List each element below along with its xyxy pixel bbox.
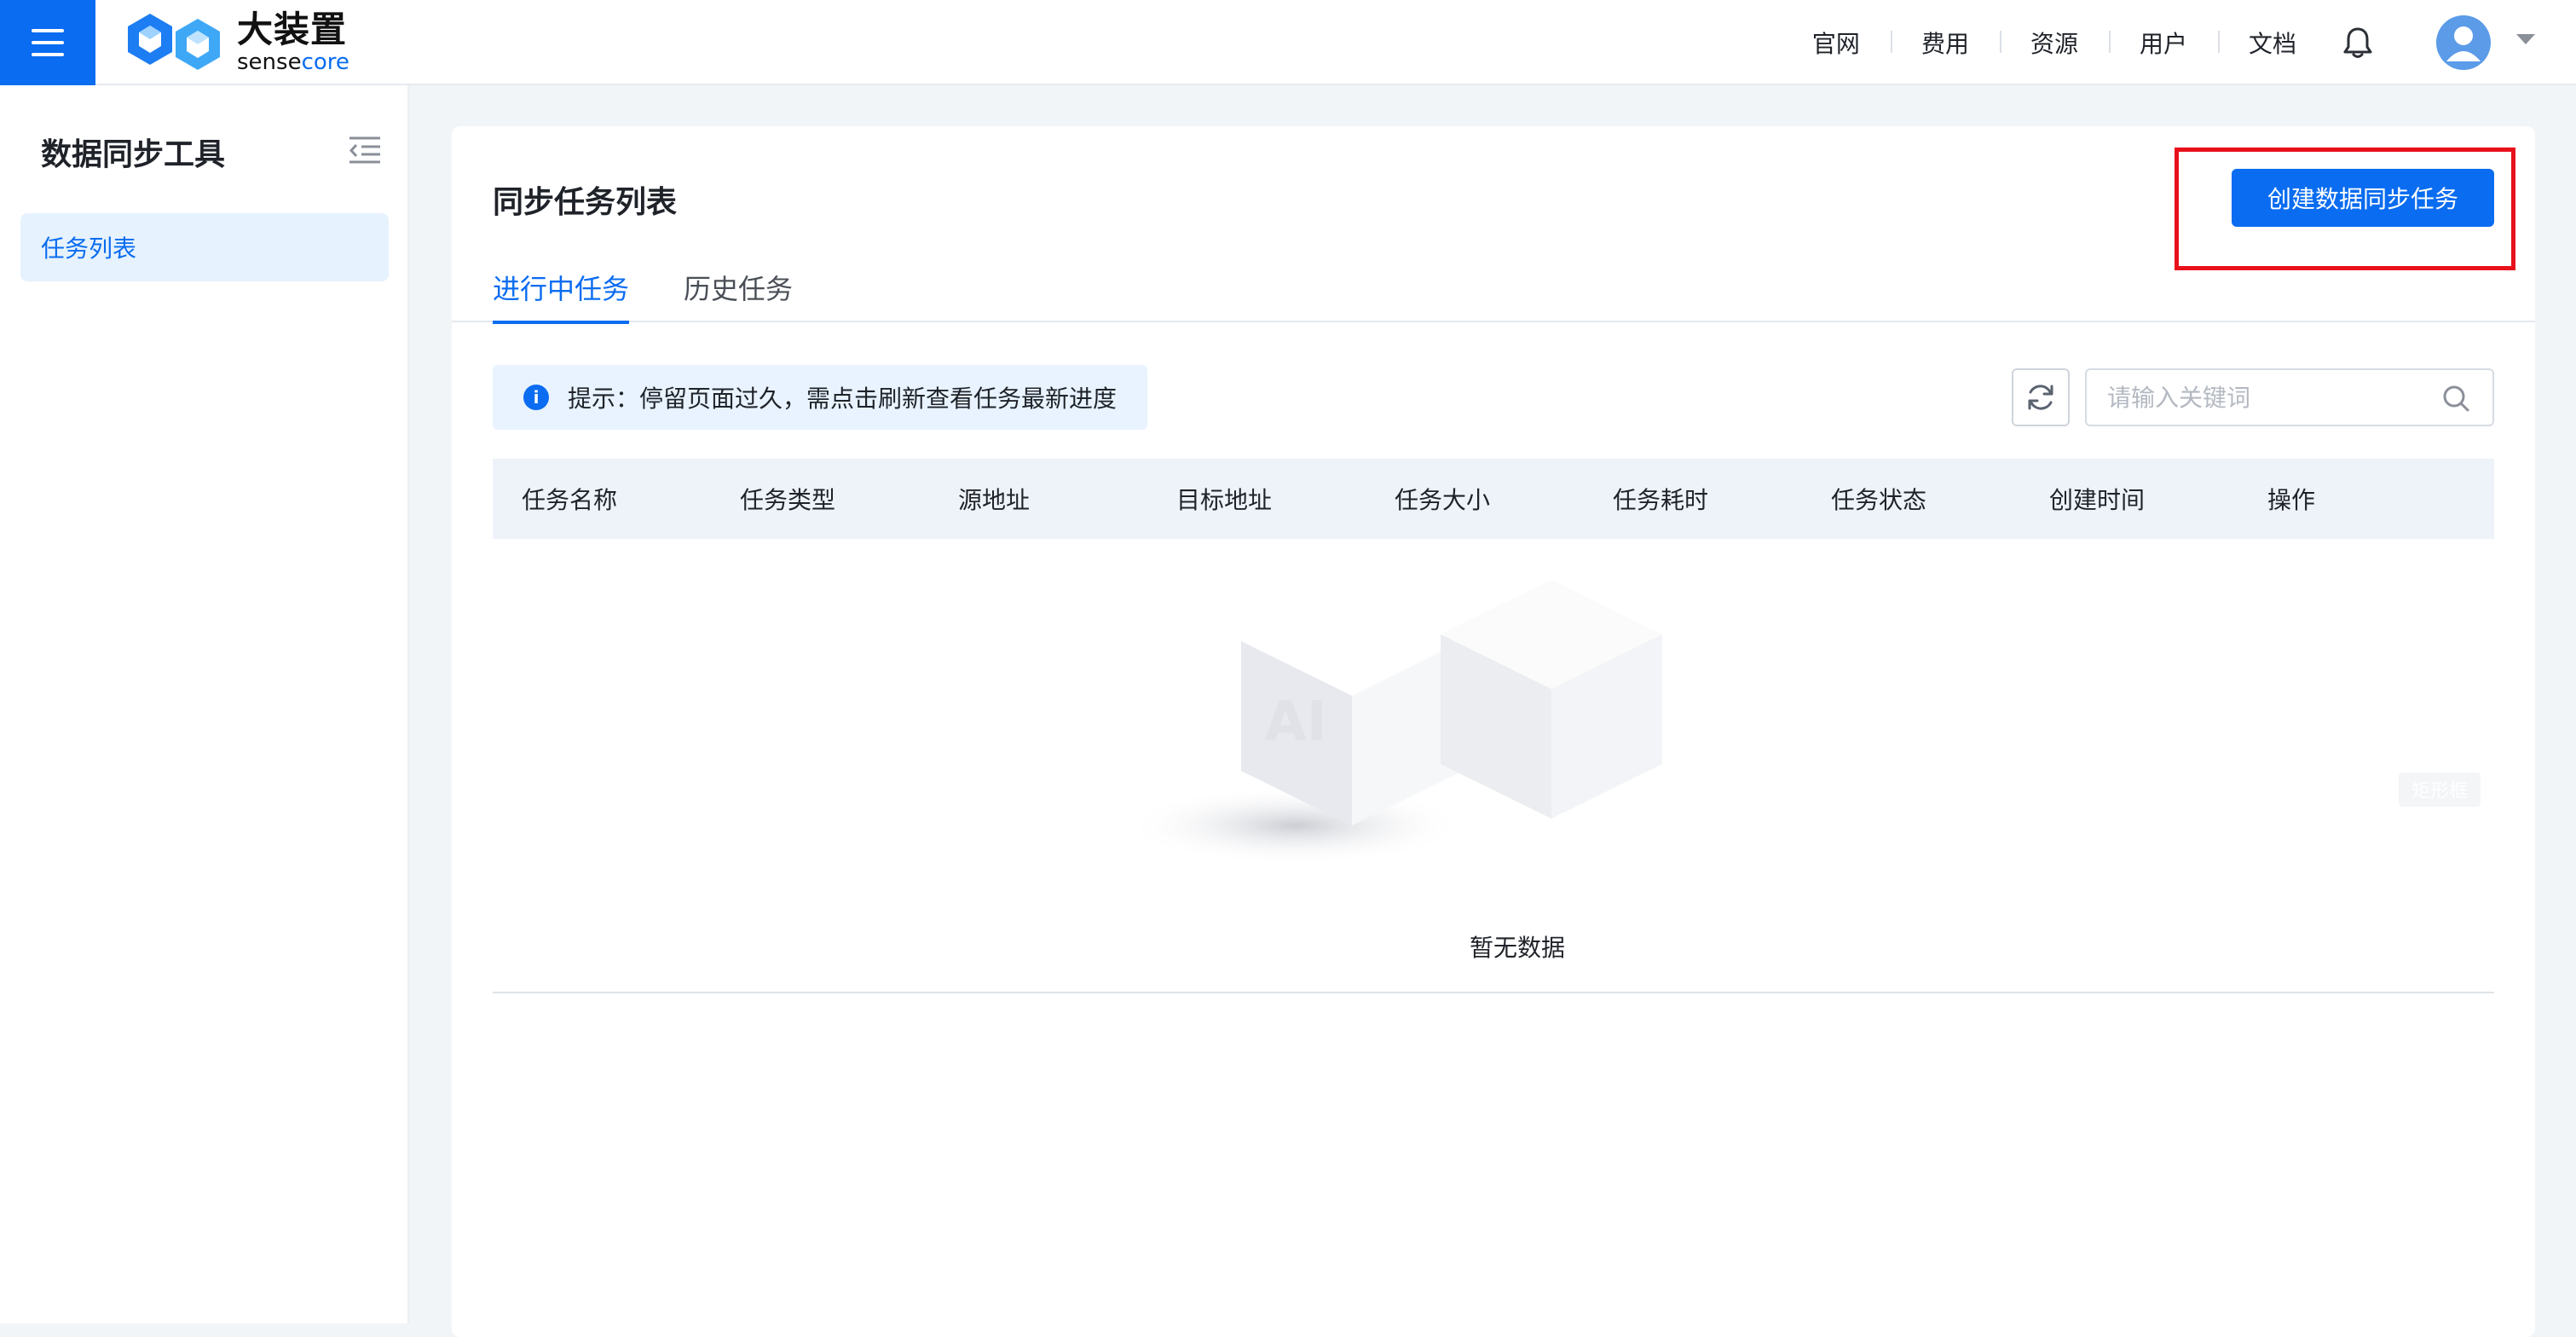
column-header-target-address: 目标地址: [1176, 486, 1273, 514]
column-header-created-time: 创建时间: [2049, 486, 2146, 514]
collapse-sidebar-icon[interactable]: [348, 135, 382, 165]
logo[interactable]: 大装置 sensecore: [124, 10, 349, 75]
top-nav: 官网 费用 资源 用户 文档: [1782, 0, 2383, 85]
table-bottom-divider: [493, 992, 2494, 993]
logo-title: 大装置: [237, 9, 348, 50]
column-header-task-duration: 任务耗时: [1613, 486, 1709, 514]
nav-billing[interactable]: 费用: [1890, 26, 2000, 60]
page-title: 同步任务列表: [493, 185, 678, 220]
sidebar-title: 数据同步工具: [41, 137, 226, 172]
logo-subtitle: sensecore: [237, 49, 349, 75]
nav-resources[interactable]: 资源: [1999, 26, 2109, 60]
tip-banner: i 提示：停留页面过久，需点击刷新查看任务最新进度: [493, 365, 1147, 430]
tab-in-progress[interactable]: 进行中任务: [493, 263, 630, 324]
tab-bar: 进行中任务 历史任务: [452, 263, 2535, 324]
create-sync-task-button[interactable]: 创建数据同步任务: [2232, 169, 2494, 227]
sidebar: 数据同步工具 任务列表: [0, 85, 409, 1323]
tab-history[interactable]: 历史任务: [684, 263, 793, 322]
column-header-task-size: 任务大小: [1395, 486, 1491, 514]
info-icon: i: [523, 385, 549, 410]
refresh-icon: [2028, 385, 2053, 410]
column-header-task-status: 任务状态: [1831, 486, 1927, 514]
column-header-task-name: 任务名称: [522, 486, 618, 514]
empty-state-illustration: AI: [1125, 580, 1662, 865]
search-icon[interactable]: [2441, 384, 2470, 413]
illustration-ai-text: AI: [1264, 691, 1326, 754]
sensecore-logo-icon: [128, 14, 220, 70]
main-card: 同步任务列表 创建数据同步任务 进行中任务 历史任务 i 提示：停留页面过久，需…: [452, 126, 2535, 1337]
column-header-actions: 操作: [2267, 486, 2316, 514]
chevron-down-icon[interactable]: [2516, 34, 2535, 44]
column-header-task-type: 任务类型: [740, 486, 836, 514]
top-bar: 大装置 sensecore 官网 费用 资源 用户 文档: [0, 0, 2576, 85]
table-header: 任务名称 任务类型 源地址 目标地址 任务大小 任务耗时 任务状态 创建时间 操…: [493, 459, 2494, 539]
empty-state-text: 暂无数据: [1469, 934, 1565, 962]
bell-icon[interactable]: [2332, 0, 2383, 85]
nav-docs[interactable]: 文档: [2217, 26, 2327, 60]
refresh-button[interactable]: [2012, 368, 2070, 426]
menu-icon[interactable]: [0, 0, 95, 85]
tip-text: 提示：停留页面过久，需点击刷新查看任务最新进度: [568, 385, 1118, 413]
sidebar-item-task-list[interactable]: 任务列表: [20, 213, 389, 281]
nav-official-site[interactable]: 官网: [1782, 26, 1891, 60]
search-input[interactable]: [2087, 370, 2445, 425]
avatar[interactable]: [2436, 15, 2491, 70]
search-box: [2085, 368, 2494, 426]
rectangle-label-badge: 矩形框: [2399, 773, 2481, 807]
column-header-source-address: 源地址: [958, 486, 1031, 514]
nav-users[interactable]: 用户: [2108, 26, 2218, 60]
